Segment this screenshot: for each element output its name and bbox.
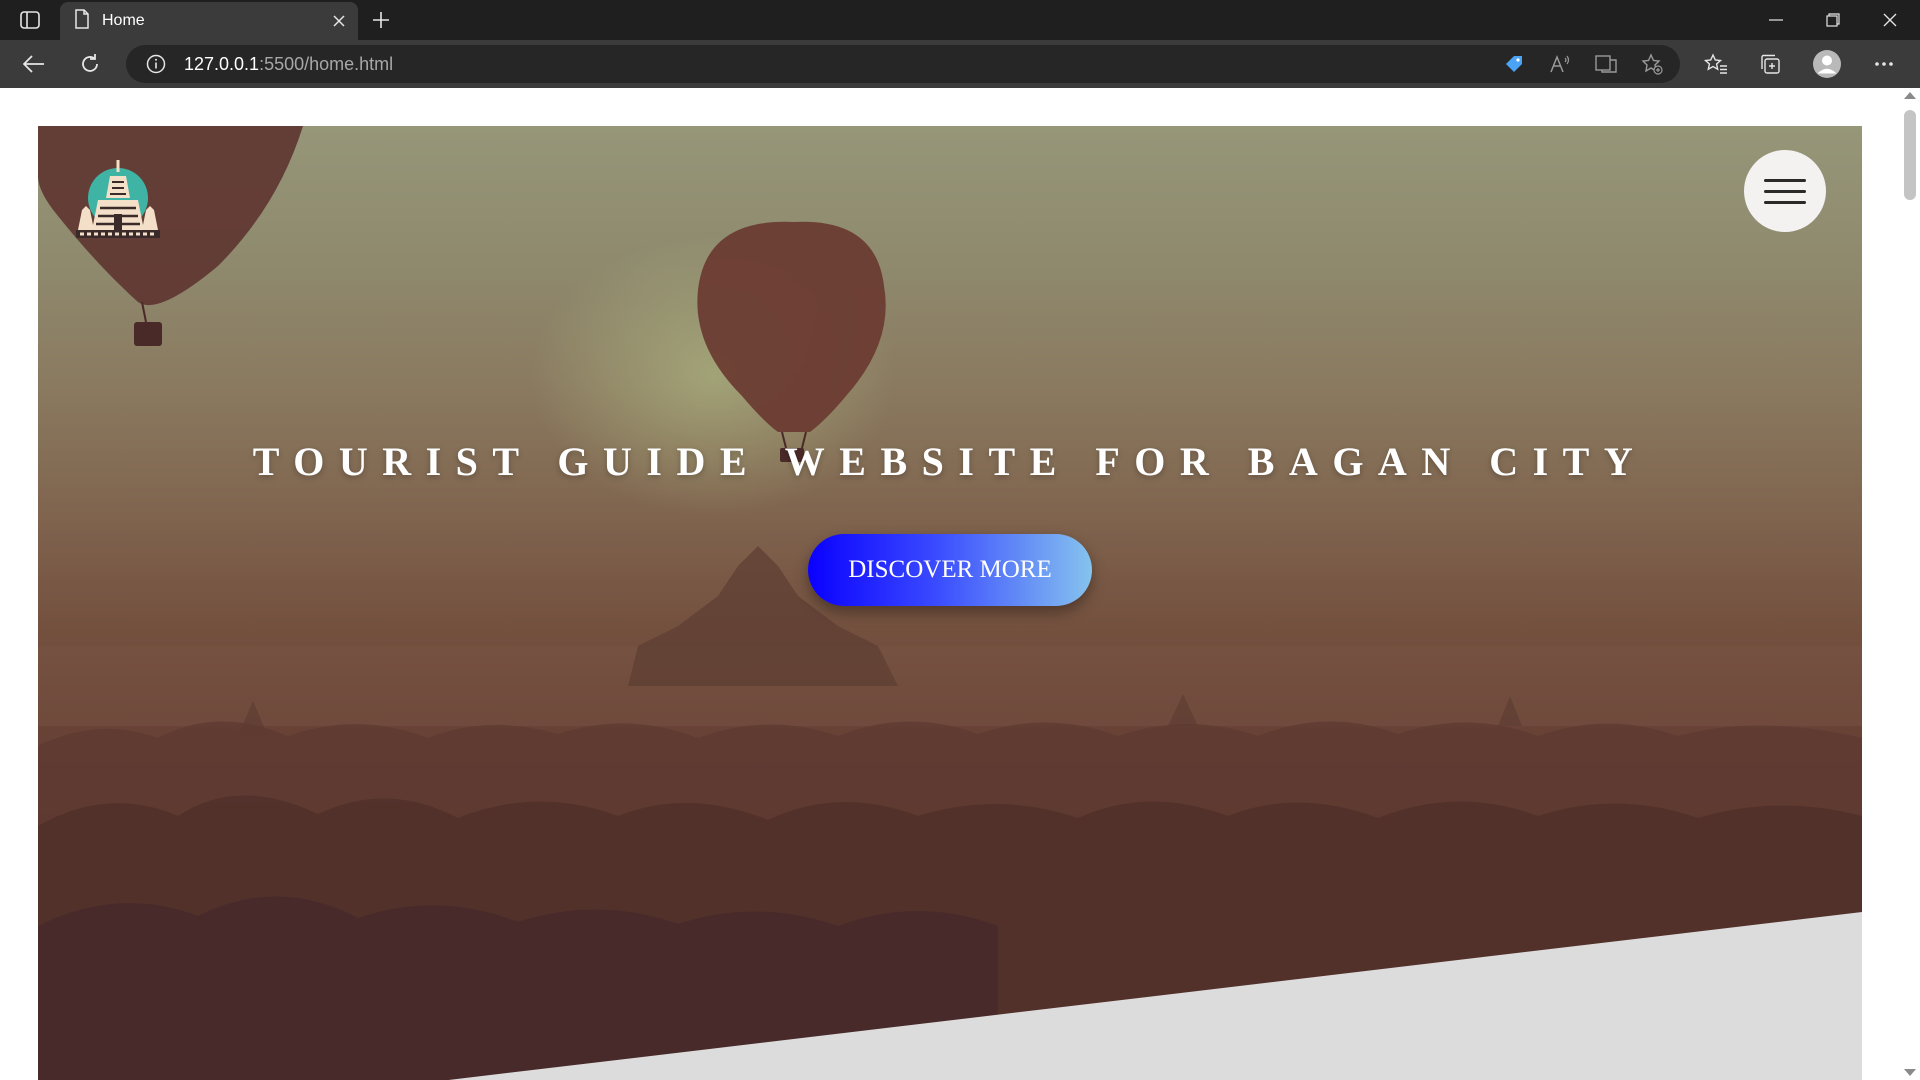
url-host: 127.0.0.1 [184, 53, 260, 74]
hamburger-menu-button[interactable] [1744, 150, 1826, 232]
vertical-scrollbar[interactable] [1900, 88, 1920, 1080]
info-icon[interactable] [136, 45, 176, 83]
back-arrow-icon[interactable] [16, 46, 52, 82]
more-icon[interactable] [1866, 46, 1902, 82]
tag-icon[interactable] [1496, 46, 1532, 82]
url-path: :5500/home.html [259, 53, 394, 74]
scroll-up-arrow[interactable] [1904, 92, 1916, 99]
discover-more-button[interactable]: DISCOVER MORE [808, 534, 1092, 606]
profile-icon[interactable] [1809, 46, 1845, 82]
minimize-icon[interactable] [1748, 0, 1804, 40]
favorites-icon[interactable] [1698, 46, 1734, 82]
immersive-reader-icon[interactable] [1588, 46, 1624, 82]
hero-section: TOURIST GUIDE WEBSITE FOR BAGAN CITY DIS… [38, 126, 1862, 1080]
browser-titlebar: Home [0, 0, 1920, 40]
hamburger-menu-icon [1764, 178, 1806, 182]
close-icon[interactable] [324, 6, 354, 36]
window-close-icon[interactable] [1862, 0, 1918, 40]
scroll-down-arrow[interactable] [1904, 1069, 1916, 1076]
add-favorite-icon[interactable] [1634, 46, 1670, 82]
page-viewport: TOURIST GUIDE WEBSITE FOR BAGAN CITY DIS… [0, 88, 1900, 1080]
plus-icon[interactable] [366, 6, 396, 34]
tab-home[interactable]: Home [60, 2, 358, 40]
read-aloud-icon[interactable] [1542, 46, 1578, 82]
tab-title: Home [102, 12, 145, 29]
sidebar-toggle-icon[interactable] [16, 8, 44, 32]
site-logo[interactable] [72, 154, 164, 242]
scroll-thumb[interactable] [1904, 110, 1916, 200]
hero-title: TOURIST GUIDE WEBSITE FOR BAGAN CITY [252, 439, 1648, 484]
collections-icon[interactable] [1752, 46, 1788, 82]
address-bar[interactable]: 127.0.0.1:5500/home.html [126, 45, 1680, 83]
refresh-icon[interactable] [72, 46, 108, 82]
restore-icon[interactable] [1805, 0, 1861, 40]
page-icon [74, 8, 90, 34]
browser-toolbar: 127.0.0.1:5500/home.html [0, 40, 1920, 88]
url-text: 127.0.0.1:5500/home.html [184, 54, 393, 75]
